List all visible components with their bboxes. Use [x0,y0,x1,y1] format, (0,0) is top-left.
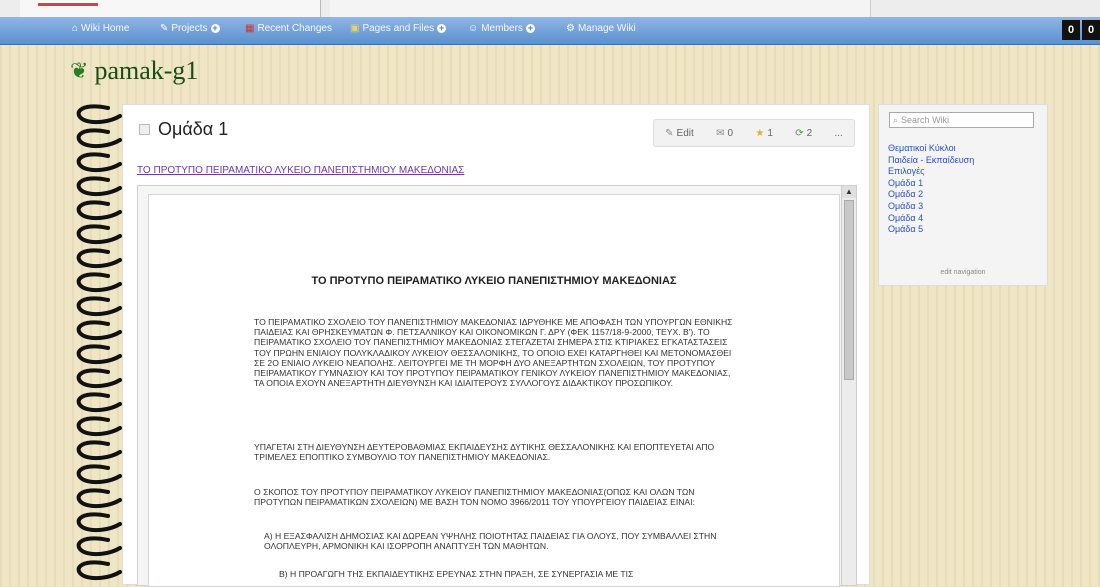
nav-members[interactable]: ☺ Members + [468,23,535,34]
document-page: ΤΟ ΠΡΟΤΥΠΟ ΠΕΙΡΑΜΑΤΙΚΟ ΛΥΚΕΙΟ ΠΑΝΕΠΙΣΤΗΜ… [148,194,840,587]
tags-button[interactable]: ★ 1 [755,128,773,139]
history-icon: ⟳ [795,127,804,139]
document-paragraph-2: ΥΠΑΓΕΤΑΙ ΣΤΗ ΔΙΕΥΘΥΝΣΗ ΔΕΥΤΕΡΟΒΑΘΜΙΑΣ ΕΚ… [254,442,715,463]
members-icon: ☺ [468,23,479,34]
nav-projects[interactable]: ✎ Projects + [160,23,220,34]
browser-tab-strip [0,0,1100,18]
page-title: Ομάδα 1 [139,119,228,140]
scroll-thumb[interactable] [844,200,854,380]
sidebar-link[interactable]: Ομάδα 2 [888,189,974,201]
tab-indicator [38,3,98,6]
site-title: pamak-g1 [94,56,199,85]
star-icon: ★ [755,127,765,139]
pages-icon: ▣ [350,23,360,34]
edit-icon: ✎ [665,127,674,139]
nav-pages-and-files[interactable]: ▣ Pages and Files + [350,23,447,34]
calendar-icon: ▦ [245,23,255,34]
sidebar-link[interactable]: Ομάδα 1 [888,178,974,190]
plus-icon[interactable]: + [525,24,535,33]
gear-icon: ⚙ [566,23,575,34]
window-buttons: 0 0 [1062,17,1100,44]
window-button-2[interactable]: 0 [1082,20,1100,40]
plant-icon: ❦ [70,58,89,83]
edit-navigation-link[interactable]: edit navigation [879,269,1047,276]
document-paragraph-3: Ο ΣΚΟΠΟΣ ΤΟΥ ΠΡΟΤΥΠΟΥ ΠΕΙΡΑΜΑΤΙΚΟΥ ΛΥΚΕΙ… [254,487,695,508]
home-icon: ⌂ [72,23,79,34]
nav-recent-changes[interactable]: ▦ Recent Changes [245,23,332,34]
search-input[interactable]: ⌕ Search Wiki [889,112,1034,128]
window-button-1[interactable]: 0 [1062,20,1080,40]
page-actions-bar: ✎ Edit ✉ 0 ★ 1 ⟳ 2 ... [653,119,855,147]
comments-button[interactable]: ✉ 0 [716,128,733,139]
wiki-navbar: ⌂ Wiki Home ✎ Projects + ▦ Recent Change… [0,17,1100,45]
document-link[interactable]: ΤΟ ΠΡΟΤΥΠΟ ΠΕΙΡΑΜΑΤΙΚΟ ΛΥΚΕΙΟ ΠΑΝΕΠΙΣΤΗΜ… [137,165,464,176]
comment-icon: ✉ [716,127,725,139]
browser-tab-secondary[interactable] [330,0,871,17]
nav-wiki-home[interactable]: ⌂ Wiki Home [72,23,129,34]
search-icon: ⌕ [893,114,899,125]
sidebar-link[interactable]: Παιδεία - Εκπαίδευση [888,155,974,167]
sidebar-link[interactable]: Ομάδα 5 [888,224,974,236]
revisions-button[interactable]: ⟳ 2 [795,128,812,139]
sidebar-links: Θεματικοί Κύκλοι Παιδεία - Εκπαίδευση Επ… [888,143,974,236]
edit-button[interactable]: ✎ Edit [665,128,694,139]
plus-icon[interactable]: + [437,24,447,33]
scroll-up-icon[interactable]: ▲ [842,186,856,198]
wiki-logo[interactable]: ❦ pamak-g1 [70,56,198,86]
notebook-spiral [76,104,122,581]
search-placeholder: Search Wiki [901,115,950,125]
document-scrollbar[interactable]: ▲ [841,186,856,585]
document-viewer[interactable]: ΤΟ ΠΡΟΤΥΠΟ ΠΕΙΡΑΜΑΤΙΚΟ ΛΥΚΕΙΟ ΠΑΝΕΠΙΣΤΗΜ… [137,185,857,587]
plus-icon[interactable]: + [210,24,220,33]
sidebar-link[interactable]: Επιλογές [888,166,974,178]
document-paragraph-1: ΤΟ ΠΕΙΡΑΜΑΤΙΚΟ ΣΧΟΛΕΙΟ ΤΟΥ ΠΑΝΕΠΙΣΤΗΜΙΟΥ… [254,317,733,389]
document-title: ΤΟ ΠΡΟΤΥΠΟ ΠΕΙΡΑΜΑΤΙΚΟ ΛΥΚΕΙΟ ΠΑΝΕΠΙΣΤΗΜ… [311,275,677,287]
sidebar-link[interactable]: Ομάδα 3 [888,201,974,213]
wiki-sidebar: ⌕ Search Wiki Θεματικοί Κύκλοι Παιδεία -… [878,104,1048,286]
nav-manage-wiki[interactable]: ⚙ Manage Wiki [566,23,636,34]
document-paragraph-5: Β) Η ΠΡΟΑΓΩΓΗ ΤΗΣ ΕΚΠΑΙΔΕΥΤΙΚΗΣ ΕΡΕΥΝΑΣ … [279,569,634,579]
sidebar-link[interactable]: Ομάδα 4 [888,213,974,225]
sidebar-link[interactable]: Θεματικοί Κύκλοι [888,143,974,155]
more-button[interactable]: ... [834,128,842,139]
browser-tab[interactable] [20,0,321,17]
document-paragraph-4: Α) Η ΕΞΑΣΦΑΛΙΣΗ ΔΗΜΟΣΙΑΣ ΚΑΙ ΔΩΡΕΑΝ ΥΨΗΛ… [264,531,717,552]
page-icon [139,124,150,135]
projects-icon: ✎ [160,23,169,34]
wiki-page: Ομάδα 1 ✎ Edit ✉ 0 ★ 1 ⟳ 2 ... ΤΟ ΠΡΟΤΥΠ… [122,104,870,587]
